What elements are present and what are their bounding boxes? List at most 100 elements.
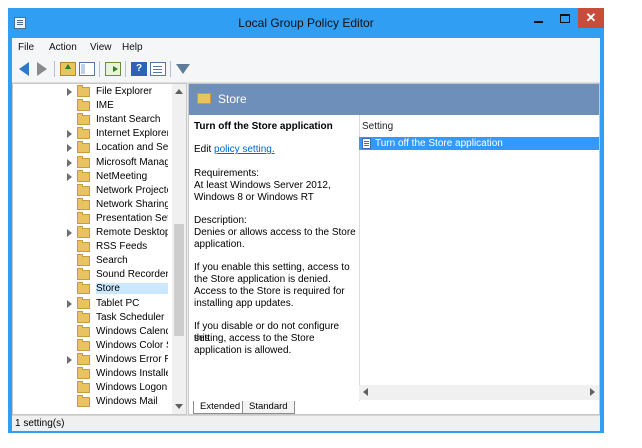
properties-icon[interactable] [150, 62, 166, 76]
list-item[interactable]: Turn off the Store application [359, 137, 599, 150]
scroll-right-arrow-icon[interactable] [590, 388, 595, 396]
scroll-left-arrow-icon[interactable] [363, 388, 368, 396]
expand-arrow-icon[interactable] [67, 144, 72, 153]
folder-icon [77, 310, 90, 323]
tree-item-label: Windows Calendar [96, 325, 168, 337]
setting-icon [362, 138, 371, 149]
tree-item[interactable]: Windows Logon Options [13, 381, 173, 395]
tree-item[interactable]: Location and Sensors [13, 141, 173, 155]
category-title: Store [218, 92, 247, 106]
tree-item[interactable]: Windows Installer [13, 367, 173, 381]
description-line: Access to the Store is required for [194, 286, 345, 297]
filter-icon[interactable] [176, 64, 190, 74]
expand-arrow-icon[interactable] [67, 229, 72, 237]
up-folder-icon[interactable] [60, 62, 76, 76]
tree-item-label: Windows Error Reporting [96, 353, 168, 365]
tree-item[interactable]: Windows Mail [13, 395, 173, 409]
tree-item[interactable]: Network Sharing [13, 197, 173, 212]
tree-item[interactable]: Windows Calendar [13, 324, 173, 339]
tree-item[interactable]: IME [13, 99, 173, 113]
folder-icon [77, 183, 90, 196]
tab-standard[interactable]: Standard [242, 401, 295, 414]
menu-bar: File Action View Help [12, 38, 600, 56]
folder-icon [77, 240, 90, 253]
navigation-tree[interactable]: File Explorer IME Instant Search Internet E… [12, 83, 187, 415]
tree-item[interactable]: File Explorer [13, 85, 173, 99]
tree-item[interactable]: Windows Error Reporting [13, 352, 173, 367]
description-line: Description: [194, 215, 247, 227]
tree-item[interactable]: Windows Color System [13, 338, 173, 353]
tree-item[interactable]: RSS Feeds [13, 240, 173, 254]
folder-icon [77, 169, 90, 182]
tab-extended[interactable]: Extended [193, 401, 248, 414]
tree-item-label: Microsoft Management Console [96, 156, 168, 168]
tree-item-label: Instant Search [96, 114, 161, 126]
list-horizontal-scrollbar[interactable] [359, 385, 599, 400]
expand-arrow-icon[interactable] [67, 158, 72, 167]
folder-icon [77, 99, 90, 112]
tree-item[interactable]: Microsoft Management Console [13, 155, 173, 170]
description-line: At least Windows Server 2012, [194, 179, 331, 191]
forward-arrow-icon[interactable] [34, 62, 50, 76]
tree-item-label: RSS Feeds [96, 241, 148, 253]
folder-icon [77, 352, 90, 365]
folder-icon [77, 324, 90, 337]
folder-icon [77, 282, 90, 295]
folder-icon [77, 141, 90, 154]
folder-icon [77, 381, 90, 394]
menu-action[interactable]: Action [49, 42, 77, 53]
expand-arrow-icon[interactable] [67, 299, 72, 308]
tree-item[interactable]: Tablet PC [13, 296, 173, 311]
menu-file[interactable]: File [18, 42, 34, 53]
folder-icon [77, 296, 90, 309]
close-button[interactable]: ✕ [578, 8, 604, 28]
tree-item[interactable]: Sound Recorder [13, 268, 173, 282]
menu-help[interactable]: Help [122, 42, 143, 53]
tree-item-label: Internet Explorer [96, 128, 168, 140]
show-hide-tree-icon[interactable] [79, 62, 95, 76]
expand-arrow-icon[interactable] [67, 172, 72, 181]
tree-item[interactable]: Search [13, 254, 173, 268]
tree-item[interactable]: Task Scheduler [13, 310, 173, 325]
minimize-button[interactable] [526, 8, 552, 28]
back-arrow-icon[interactable] [16, 62, 32, 76]
tree-item[interactable]: Remote Desktop Services [13, 226, 173, 240]
folder-icon [77, 268, 90, 281]
folder-icon [77, 226, 90, 238]
expand-arrow-icon[interactable] [67, 355, 72, 364]
menu-view[interactable]: View [90, 42, 112, 53]
folder-icon [77, 155, 90, 168]
help-icon[interactable]: ? [131, 62, 147, 76]
scroll-up-arrow-icon[interactable] [175, 89, 183, 94]
column-setting[interactable]: Setting [362, 121, 393, 132]
tree-item[interactable]: Network Projector [13, 183, 173, 198]
category-header: Store [189, 84, 599, 115]
toolbar-separator [170, 61, 171, 77]
tree-item-label: Windows Logon Options [96, 382, 168, 394]
tree-vertical-scrollbar[interactable] [172, 84, 186, 414]
export-list-icon[interactable] [105, 62, 121, 76]
tree-item[interactable]: Presentation Settings [13, 211, 173, 226]
folder-icon [77, 395, 90, 408]
app-window: Local Group Policy Editor ✕ File Action … [8, 8, 604, 433]
scroll-thumb[interactable] [174, 224, 184, 336]
tree-item[interactable]: NetMeeting [13, 169, 173, 184]
expand-arrow-icon[interactable] [67, 130, 72, 139]
tree-item-label: Location and Sensors [96, 142, 168, 154]
title-bar[interactable]: Local Group Policy Editor ✕ [8, 8, 604, 38]
description-line: installing app updates. [194, 297, 294, 309]
tree-item[interactable]: Store [13, 282, 173, 296]
maximize-button[interactable] [552, 8, 578, 28]
tree-item-label: Windows Installer [96, 368, 168, 379]
tree-item-label: Network Projector [96, 184, 168, 196]
tree-item-label: Search [96, 255, 128, 267]
description-line: setting, access to the Store [194, 333, 315, 345]
setting-title: Turn off the Store application [194, 121, 333, 132]
tree-item[interactable]: Instant Search [13, 113, 173, 127]
expand-arrow-icon[interactable] [67, 88, 72, 96]
tree-item[interactable]: Internet Explorer [13, 127, 173, 141]
edit-policy-link[interactable]: policy setting. [214, 144, 275, 155]
description-line: Windows 8 or Windows RT [194, 191, 314, 203]
list-header[interactable]: Setting [359, 115, 599, 133]
scroll-down-arrow-icon[interactable] [175, 404, 183, 409]
